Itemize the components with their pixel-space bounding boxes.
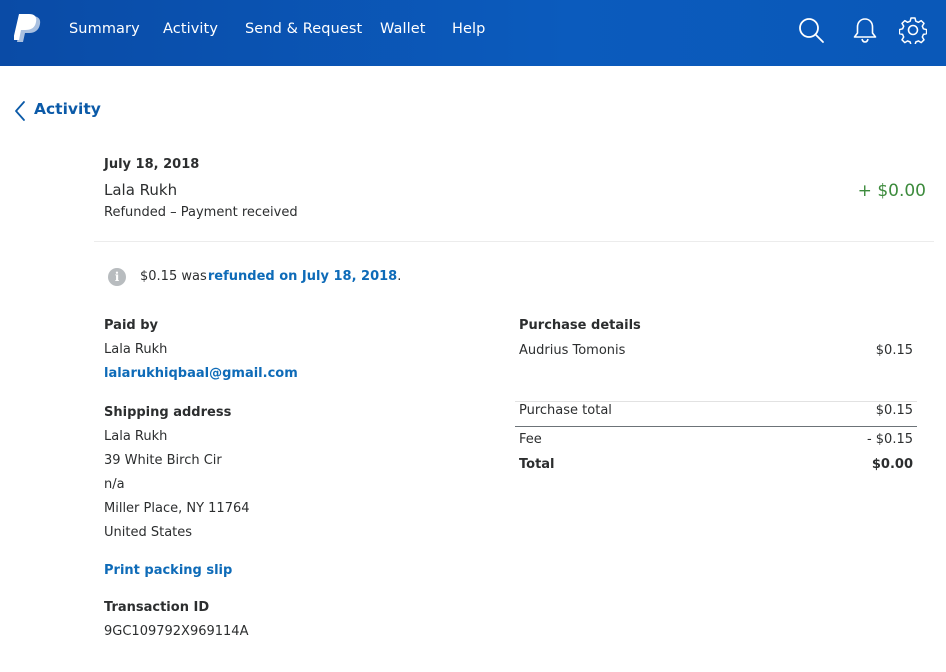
paid-by-heading: Paid by — [104, 318, 159, 333]
purchase-total-label: Purchase total — [519, 403, 612, 418]
fee-amount: - $0.15 — [866, 432, 913, 447]
paypal-logo-icon[interactable] — [14, 14, 42, 44]
payer-email-link[interactable]: lalarukhiqbaal@gmail.com — [104, 366, 298, 381]
gear-icon[interactable] — [899, 16, 927, 44]
chevron-left-icon — [15, 101, 25, 121]
search-icon[interactable] — [797, 16, 825, 44]
shipping-heading: Shipping address — [104, 405, 232, 420]
nav-wallet[interactable]: Wallet — [380, 21, 426, 37]
shipping-line: Miller Place, NY 11764 — [104, 501, 250, 516]
nav-send-request[interactable]: Send & Request — [245, 21, 362, 37]
purchase-item-name: Audrius Tomonis — [519, 343, 626, 358]
transaction-id-heading: Transaction ID — [104, 600, 210, 615]
refund-was: was — [181, 269, 207, 284]
grand-total-label: Total — [519, 457, 555, 472]
shipping-line: Lala Rukh — [104, 429, 168, 444]
shipping-line: 39 White Birch Cir — [104, 453, 222, 468]
transaction-id-value: 9GC109792X969114A — [104, 624, 249, 639]
print-packing-slip-link[interactable]: Print packing slip — [104, 563, 232, 578]
transaction-name: Lala Rukh — [104, 181, 178, 199]
shipping-line: United States — [104, 525, 193, 540]
info-icon: i — [108, 268, 126, 286]
back-label: Activity — [34, 100, 101, 118]
purchase-details-heading: Purchase details — [519, 318, 641, 333]
header-divider — [94, 241, 934, 242]
totals-divider — [515, 426, 917, 427]
purchase-divider — [515, 401, 917, 402]
nav-summary[interactable]: Summary — [69, 21, 140, 37]
transaction-amount: + $0.00 — [857, 181, 926, 201]
purchase-item-amount: $0.15 — [875, 343, 913, 358]
shipping-line: n/a — [104, 477, 125, 492]
transaction-status: Refunded – Payment received — [104, 205, 298, 220]
paid-by-name: Lala Rukh — [104, 342, 168, 357]
refund-amount: $0.15 — [140, 269, 178, 284]
top-nav-bar: Summary Activity Send & Request Wallet H… — [0, 0, 946, 66]
refund-period: . — [397, 269, 402, 284]
purchase-total-amount: $0.15 — [875, 403, 913, 418]
grand-total-amount: $0.00 — [871, 457, 913, 472]
bell-icon[interactable] — [851, 16, 879, 44]
nav-activity[interactable]: Activity — [163, 21, 218, 37]
fee-label: Fee — [519, 432, 542, 447]
refund-date-link[interactable]: refunded on July 18, 2018 — [208, 269, 397, 284]
refund-notice: $0.15 was refunded on July 18, 2018. — [140, 269, 401, 284]
nav-help[interactable]: Help — [452, 21, 485, 37]
transaction-date: July 18, 2018 — [104, 157, 200, 172]
